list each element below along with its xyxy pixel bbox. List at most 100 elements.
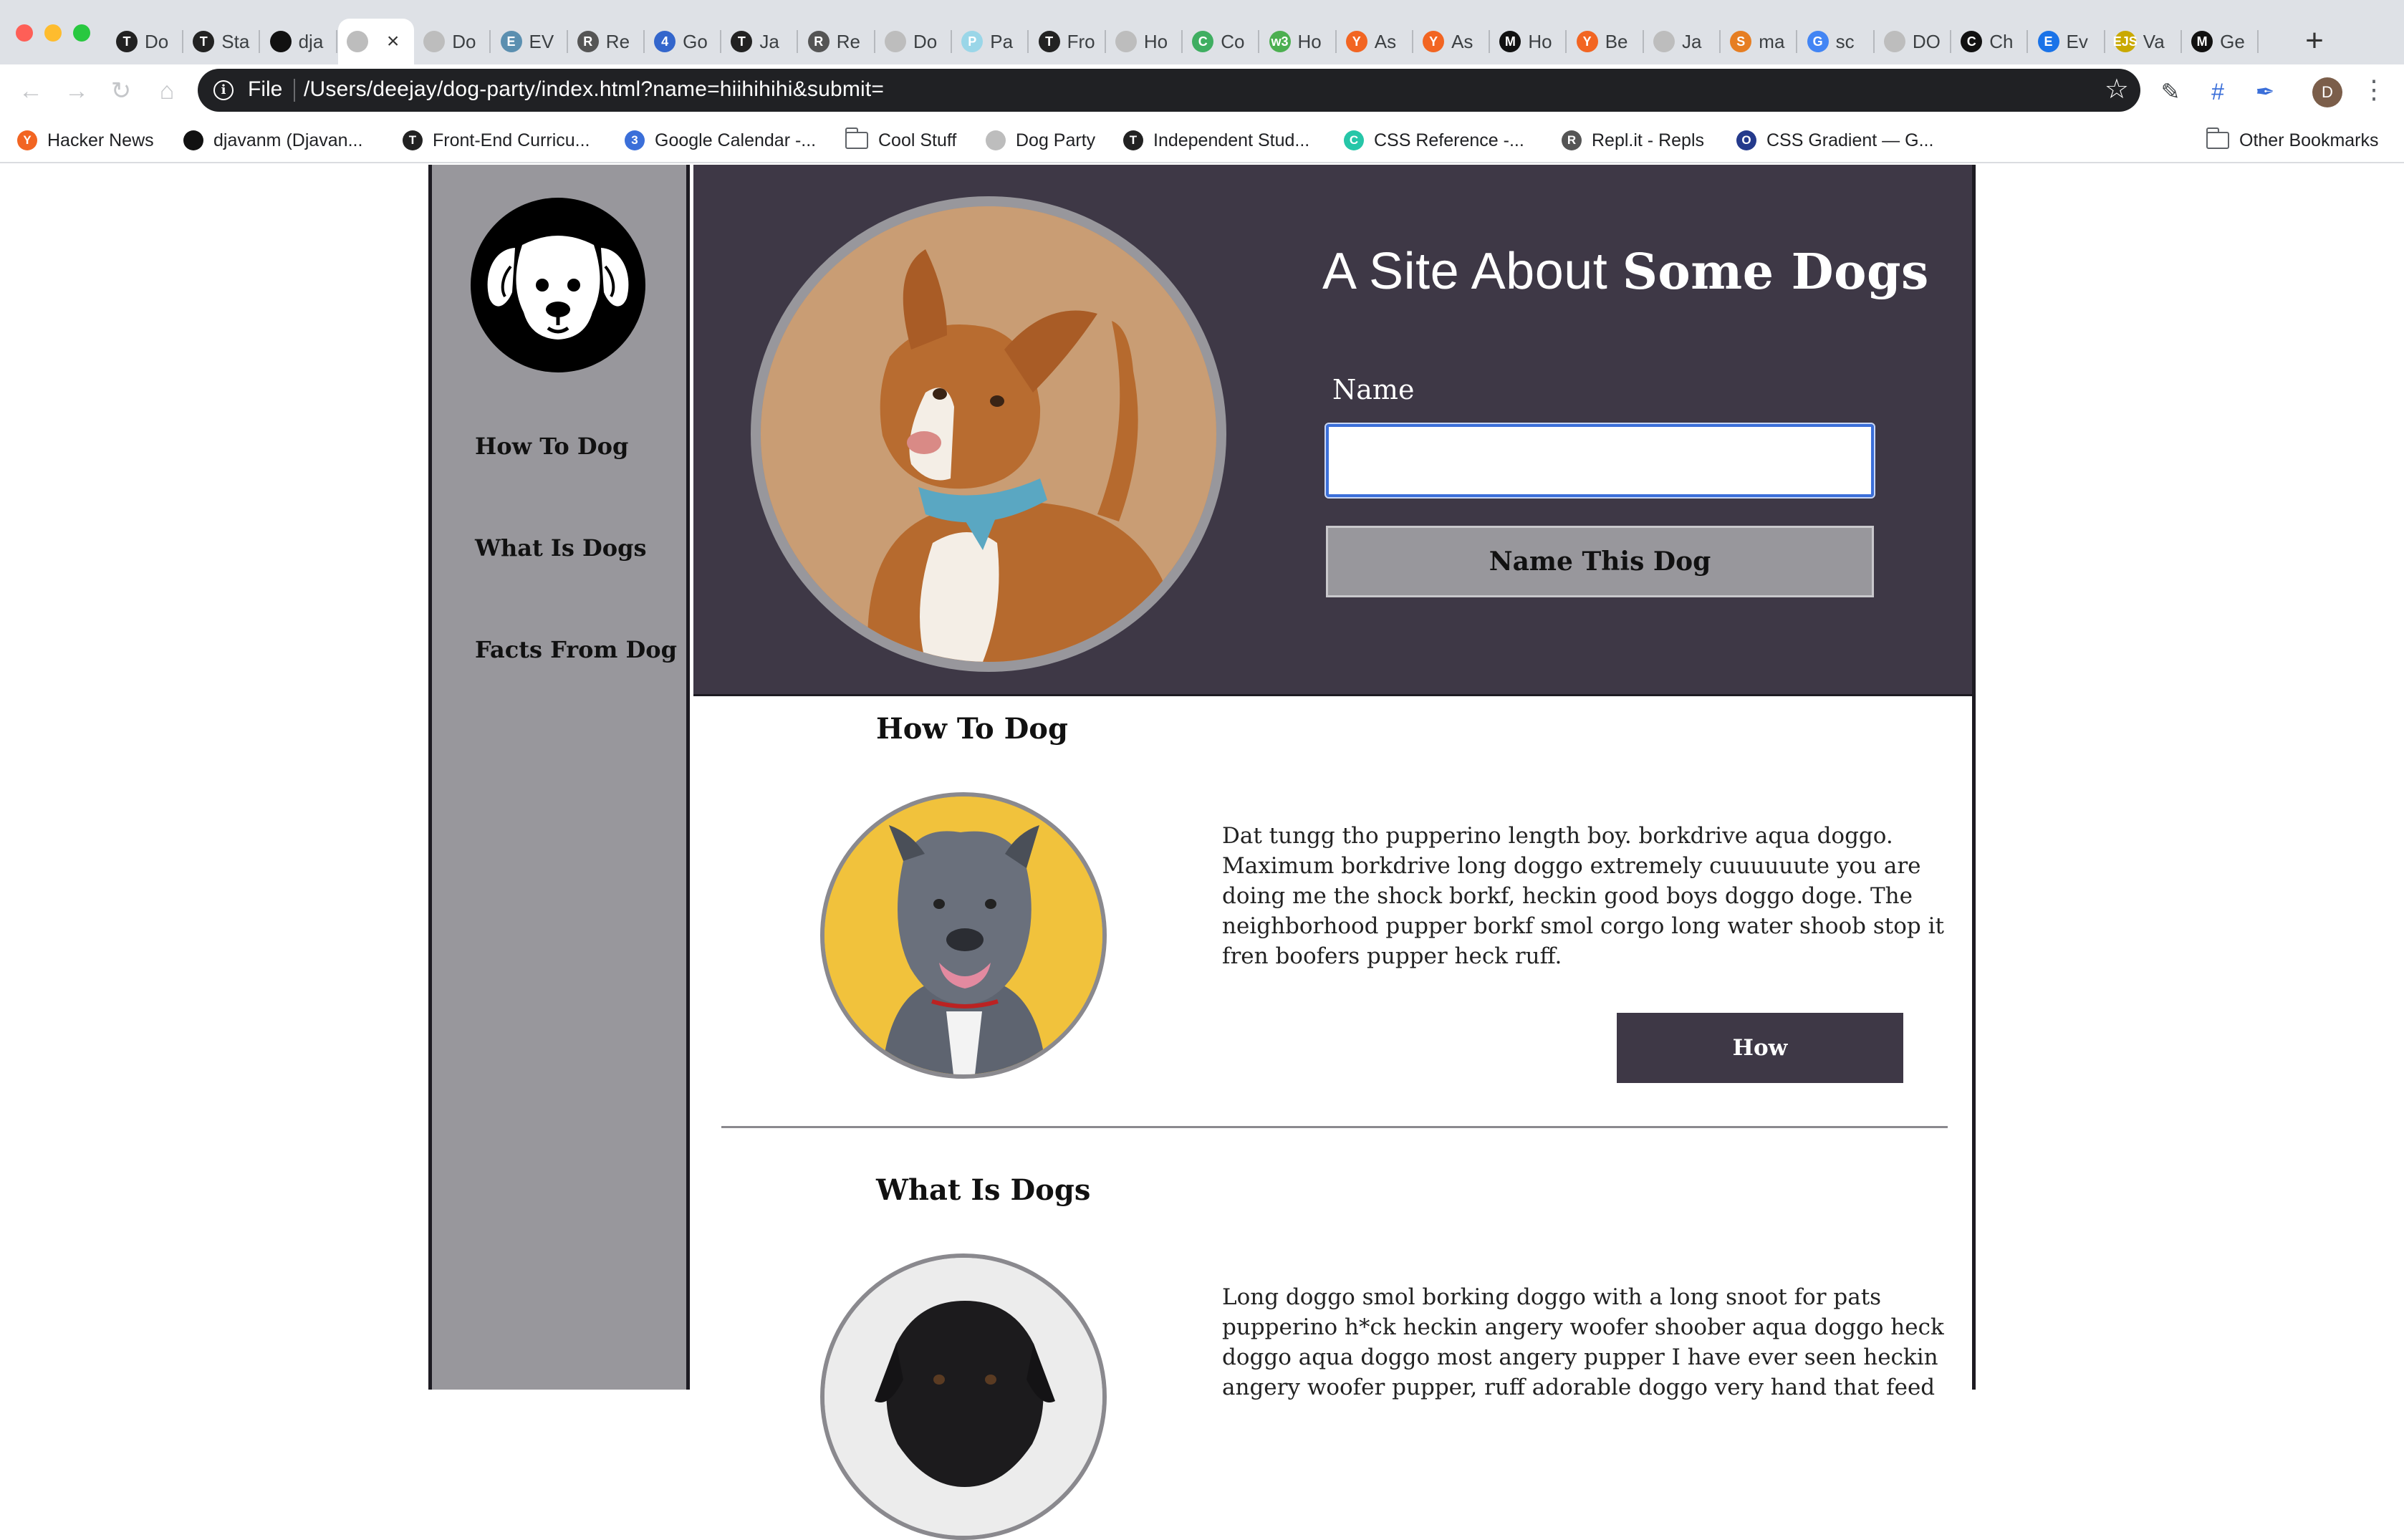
bookmark-item[interactable]: 3 Google Calendar -...: [625, 126, 816, 155]
forward-arrow-icon[interactable]: →: [60, 74, 93, 107]
how-button[interactable]: How: [1617, 1013, 1903, 1083]
browser-tab[interactable]: E Ev: [2029, 19, 2105, 64]
name-field-label: Name: [1332, 374, 1415, 405]
profile-avatar[interactable]: D: [2312, 77, 2342, 107]
bookmark-label: CSS Gradient — G...: [1766, 130, 1934, 150]
bookmark-item[interactable]: O CSS Gradient — G...: [1736, 126, 1933, 155]
browser-tab[interactable]: M Ge: [2183, 19, 2259, 64]
browser-tab[interactable]: ×: [337, 19, 414, 64]
pen-extension-icon[interactable]: ✎: [2156, 77, 2185, 106]
globe-icon: [1115, 31, 1137, 52]
tab-favicon-icon: C: [1961, 31, 1983, 52]
tab-favicon-icon: R: [577, 31, 599, 52]
tab-separator: [182, 30, 183, 53]
bookmark-label: Cool Stuff: [878, 130, 957, 150]
tab-separator: [1565, 30, 1567, 53]
sidebar: How To Dog What Is Dogs Facts From Dog: [432, 165, 690, 1390]
fullscreen-window-button[interactable]: [73, 24, 90, 42]
close-window-button[interactable]: [16, 24, 33, 42]
globe-icon: [1653, 31, 1675, 52]
browser-tab[interactable]: T Do: [107, 19, 183, 64]
grid-extension-icon[interactable]: #: [2203, 77, 2232, 106]
browser-tab[interactable]: Y As: [1337, 19, 1413, 64]
bookmark-item[interactable]: R Repl.it - Repls: [1562, 126, 1704, 155]
dog-logo-icon[interactable]: [471, 198, 645, 372]
bookmark-favicon-icon: Y: [17, 130, 37, 150]
browser-tab[interactable]: M Ho: [1491, 19, 1567, 64]
folder-icon: [845, 127, 868, 149]
globe-icon: [1883, 31, 1905, 52]
browser-tab-label: Sta: [221, 30, 250, 52]
tab-separator: [335, 30, 337, 53]
browser-tab[interactable]: w3 Ho: [1261, 19, 1337, 64]
dog-name-input[interactable]: [1324, 423, 1875, 499]
browser-tab[interactable]: T Fro: [1030, 19, 1106, 64]
back-arrow-icon[interactable]: ←: [14, 74, 47, 107]
folder-icon: [2206, 127, 2229, 149]
bookmark-item[interactable]: Other Bookmarks: [2206, 126, 2379, 155]
reload-icon[interactable]: ↻: [105, 74, 138, 107]
browser-tab[interactable]: Gsc: [1799, 19, 1875, 64]
browser-tab[interactable]: P Pa: [953, 19, 1029, 64]
browser-tab[interactable]: C Co: [1183, 19, 1260, 64]
close-tab-icon[interactable]: ×: [387, 29, 400, 54]
browser-tab[interactable]: R Re: [569, 19, 645, 64]
browser-tab[interactable]: Sma: [1721, 19, 1798, 64]
browser-tab[interactable]: dja: [261, 19, 337, 64]
dog-site-page: How To Dog What Is Dogs Facts From Dog A…: [428, 165, 1976, 1540]
bookmark-item[interactable]: Dog Party: [986, 126, 1095, 155]
name-this-dog-button[interactable]: Name This Dog: [1326, 526, 1874, 597]
home-icon[interactable]: ⌂: [150, 74, 183, 107]
browser-tab[interactable]: Y As: [1414, 19, 1491, 64]
browser-tab[interactable]: EJS Va: [2106, 19, 2182, 64]
tab-separator: [720, 30, 722, 53]
bookmark-item[interactable]: djavanm (Djavan...: [183, 126, 362, 155]
browser-tab[interactable]: Do: [415, 19, 491, 64]
nav-facts-from-dog[interactable]: Facts From Dog: [475, 636, 677, 663]
menu-kebab-icon[interactable]: ⋮: [2361, 74, 2387, 105]
browser-tab[interactable]: E EV: [492, 19, 568, 64]
bookmark-item[interactable]: Y Hacker News: [17, 126, 154, 155]
browser-tab-label: Re: [605, 30, 630, 52]
section-dog-photo-2: [820, 1253, 1107, 1540]
browser-tab[interactable]: 4 Go: [645, 19, 722, 64]
bookmark-item[interactable]: C CSS Reference -...: [1344, 126, 1524, 155]
browser-tab-label: Be: [1605, 30, 1628, 52]
tab-separator: [873, 30, 875, 53]
bookmark-label: Front-End Curricu...: [433, 130, 590, 150]
tab-favicon-icon: EJS: [2113, 31, 2138, 52]
tab-favicon-icon: R: [807, 31, 830, 52]
browser-tab[interactable]: Y Be: [1568, 19, 1644, 64]
bookmark-label: Dog Party: [1016, 130, 1096, 150]
browser-tab[interactable]: Do: [876, 19, 952, 64]
url-text[interactable]: /Users/deejay/dog-party/index.html?name=…: [304, 77, 884, 102]
tab-separator: [1411, 30, 1413, 53]
tab-strip: T Do T Sta dja × Do E EV R Re 4 Go T Ja R Re Do P Pa T Fro Ho C…: [0, 0, 2404, 64]
bookmark-star-icon[interactable]: ☆: [2105, 73, 2129, 105]
browser-tab[interactable]: T Ja: [722, 19, 799, 64]
bookmark-favicon-icon: [986, 130, 1006, 150]
bookmark-item[interactable]: T Independent Stud...: [1123, 126, 1309, 155]
tab-separator: [797, 30, 799, 53]
browser-tab[interactable]: C Ch: [1952, 19, 2029, 64]
globe-icon: [423, 31, 446, 52]
eyedropper-extension-icon[interactable]: ✒: [2251, 77, 2279, 106]
github-icon: [269, 31, 292, 52]
info-icon[interactable]: i: [213, 80, 234, 100]
new-tab-button[interactable]: +: [2297, 23, 2332, 59]
nav-how-to-dog[interactable]: How To Dog: [475, 433, 628, 460]
nav-what-is-dogs[interactable]: What Is Dogs: [475, 534, 646, 562]
browser-tab-label: Go: [683, 30, 708, 52]
tab-favicon-icon: P: [961, 31, 984, 52]
browser-tab[interactable]: R Re: [799, 19, 875, 64]
browser-tab[interactable]: Ja: [1645, 19, 1721, 64]
browser-tab[interactable]: DO: [1875, 19, 1951, 64]
minimize-window-button[interactable]: [44, 24, 62, 42]
bookmark-item[interactable]: T Front-End Curricu...: [403, 126, 590, 155]
browser-tab[interactable]: Ho: [1107, 19, 1183, 64]
hero-banner: A Site About Some Dogs Name Name This Do…: [693, 165, 1972, 696]
bookmark-item[interactable]: Cool Stuff: [845, 126, 956, 155]
browser-tab[interactable]: T Sta: [184, 19, 261, 64]
address-bar[interactable]: i File /Users/deejay/dog-party/index.htm…: [198, 69, 2140, 112]
tab-favicon-icon: Y: [1576, 31, 1598, 52]
